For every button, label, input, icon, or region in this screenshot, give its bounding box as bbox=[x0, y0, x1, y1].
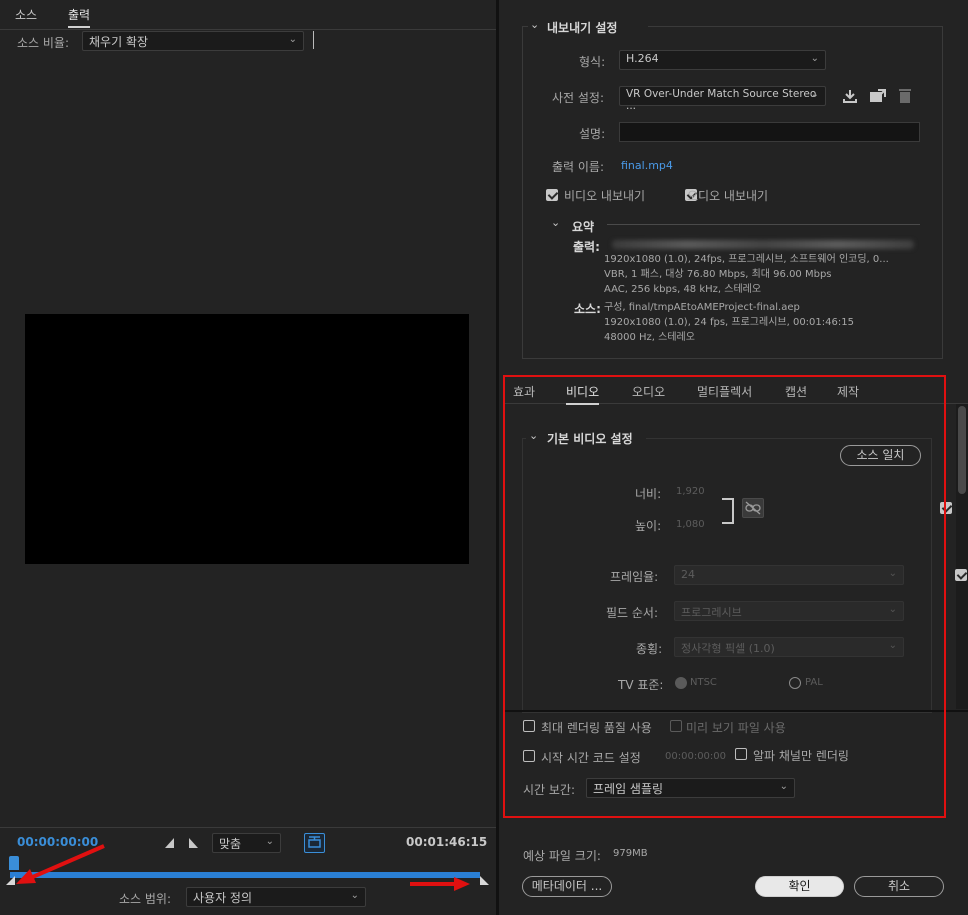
source-scale-label: 소스 비율: bbox=[17, 36, 70, 50]
chevron-down-icon: ⌄ bbox=[265, 836, 274, 847]
estimated-size-label: 예상 파일 크기: bbox=[523, 849, 601, 863]
output-line: AAC, 256 kbps, 48 kHz, 스테레오 bbox=[604, 284, 762, 295]
ok-button[interactable]: 확인 bbox=[755, 876, 844, 897]
source-line: 1920x1080 (1.0), 24 fps, 프로그레시브, 00:01:4… bbox=[604, 317, 854, 328]
fit-value: 맞춤 bbox=[219, 837, 242, 851]
output-line: VBR, 1 패스, 대상 76.80 Mbps, 최대 96.00 Mbps bbox=[604, 269, 832, 280]
summary-source-label: 소스: bbox=[574, 302, 601, 316]
framerate-override-checkbox[interactable] bbox=[955, 569, 968, 581]
output-name-label: 출력 이름: bbox=[552, 160, 605, 174]
tab-source[interactable]: 소스 bbox=[15, 6, 37, 23]
out-point-handle[interactable] bbox=[480, 876, 490, 886]
timeline-divider bbox=[0, 827, 496, 828]
preset-label: 사전 설정: bbox=[552, 91, 605, 105]
format-dropdown[interactable]: H.264 ⌄ bbox=[619, 50, 826, 70]
video-preview bbox=[25, 314, 469, 564]
red-arrow-right-icon bbox=[410, 877, 470, 891]
delete-preset-icon[interactable] bbox=[898, 87, 912, 104]
chevron-down-icon[interactable]: ⌄ bbox=[551, 216, 560, 229]
chevron-down-icon[interactable]: ⌄ bbox=[530, 18, 539, 31]
scrollbar-thumb[interactable] bbox=[958, 406, 966, 494]
preview-panel: 소스 출력 소스 비율: 채우기 확장 ⌄ 00:00:00:00 맞춤 ⌄ 0… bbox=[0, 0, 496, 915]
comment-label: 설명: bbox=[579, 127, 606, 141]
output-name-link[interactable]: final.mp4 bbox=[621, 159, 673, 172]
summary-output-label: 출력: bbox=[573, 240, 600, 254]
tab-divider bbox=[0, 29, 496, 30]
source-scale-dropdown[interactable]: 채우기 확장 ⌄ bbox=[82, 31, 304, 51]
source-scale-value: 채우기 확장 bbox=[89, 35, 149, 49]
source-range-value: 사용자 정의 bbox=[193, 891, 253, 905]
export-video-checkbox[interactable] bbox=[546, 189, 558, 201]
estimated-size-value: 979MB bbox=[613, 848, 648, 859]
duration-timecode: 00:01:46:15 bbox=[406, 835, 488, 849]
source-line: 구성, final/tmpAEtoAMEProject-final.aep bbox=[604, 302, 800, 313]
format-value: H.264 bbox=[626, 52, 659, 65]
comment-input[interactable] bbox=[619, 122, 920, 142]
summary-title: 요약 bbox=[572, 220, 595, 234]
source-range-label: 소스 범위: bbox=[119, 892, 172, 906]
preset-dropdown[interactable]: VR Over-Under Match Source Stereo ... ⌄ bbox=[619, 86, 826, 112]
cancel-button[interactable]: 취소 bbox=[854, 876, 944, 897]
summary-output-details: 1920x1080 (1.0), 24fps, 프로그레시브, 소프트웨어 인코… bbox=[604, 252, 916, 297]
export-audio-label: 오디오 내보내기 bbox=[687, 189, 769, 203]
export-settings-title: 내보내기 설정 bbox=[547, 21, 618, 35]
frame-aspect-icon bbox=[308, 836, 321, 848]
chevron-down-icon: ⌄ bbox=[810, 53, 819, 64]
summary-divider bbox=[607, 224, 920, 225]
source-line: 48000 Hz, 스테레오 bbox=[604, 332, 695, 343]
set-in-point-icon[interactable] bbox=[164, 837, 176, 849]
format-label: 형식: bbox=[579, 55, 606, 69]
chevron-down-icon: ⌄ bbox=[288, 34, 297, 45]
import-preset-icon[interactable] bbox=[869, 88, 887, 104]
chevron-down-icon: ⌄ bbox=[810, 89, 819, 100]
output-line: 1920x1080 (1.0), 24fps, 프로그레시브, 소프트웨어 인코… bbox=[604, 254, 889, 265]
export-video-label: 비디오 내보내기 bbox=[564, 189, 646, 203]
text-cursor bbox=[313, 31, 314, 49]
summary-source-details: 구성, final/tmpAEtoAMEProject-final.aep 19… bbox=[604, 300, 916, 345]
set-out-point-icon[interactable] bbox=[188, 837, 200, 849]
highlight-box bbox=[503, 375, 946, 818]
source-range-dropdown[interactable]: 사용자 정의 ⌄ bbox=[186, 887, 366, 907]
fit-dropdown[interactable]: 맞춤 ⌄ bbox=[212, 833, 281, 853]
red-arrow-left-icon bbox=[16, 844, 105, 884]
metadata-button[interactable]: 메타데이터 ... bbox=[522, 876, 612, 897]
chevron-down-icon: ⌄ bbox=[350, 890, 359, 901]
save-preset-icon[interactable] bbox=[842, 88, 858, 104]
redacted-path bbox=[612, 240, 914, 249]
aspect-correction-button[interactable] bbox=[304, 833, 325, 853]
tab-output[interactable]: 출력 bbox=[68, 6, 91, 28]
